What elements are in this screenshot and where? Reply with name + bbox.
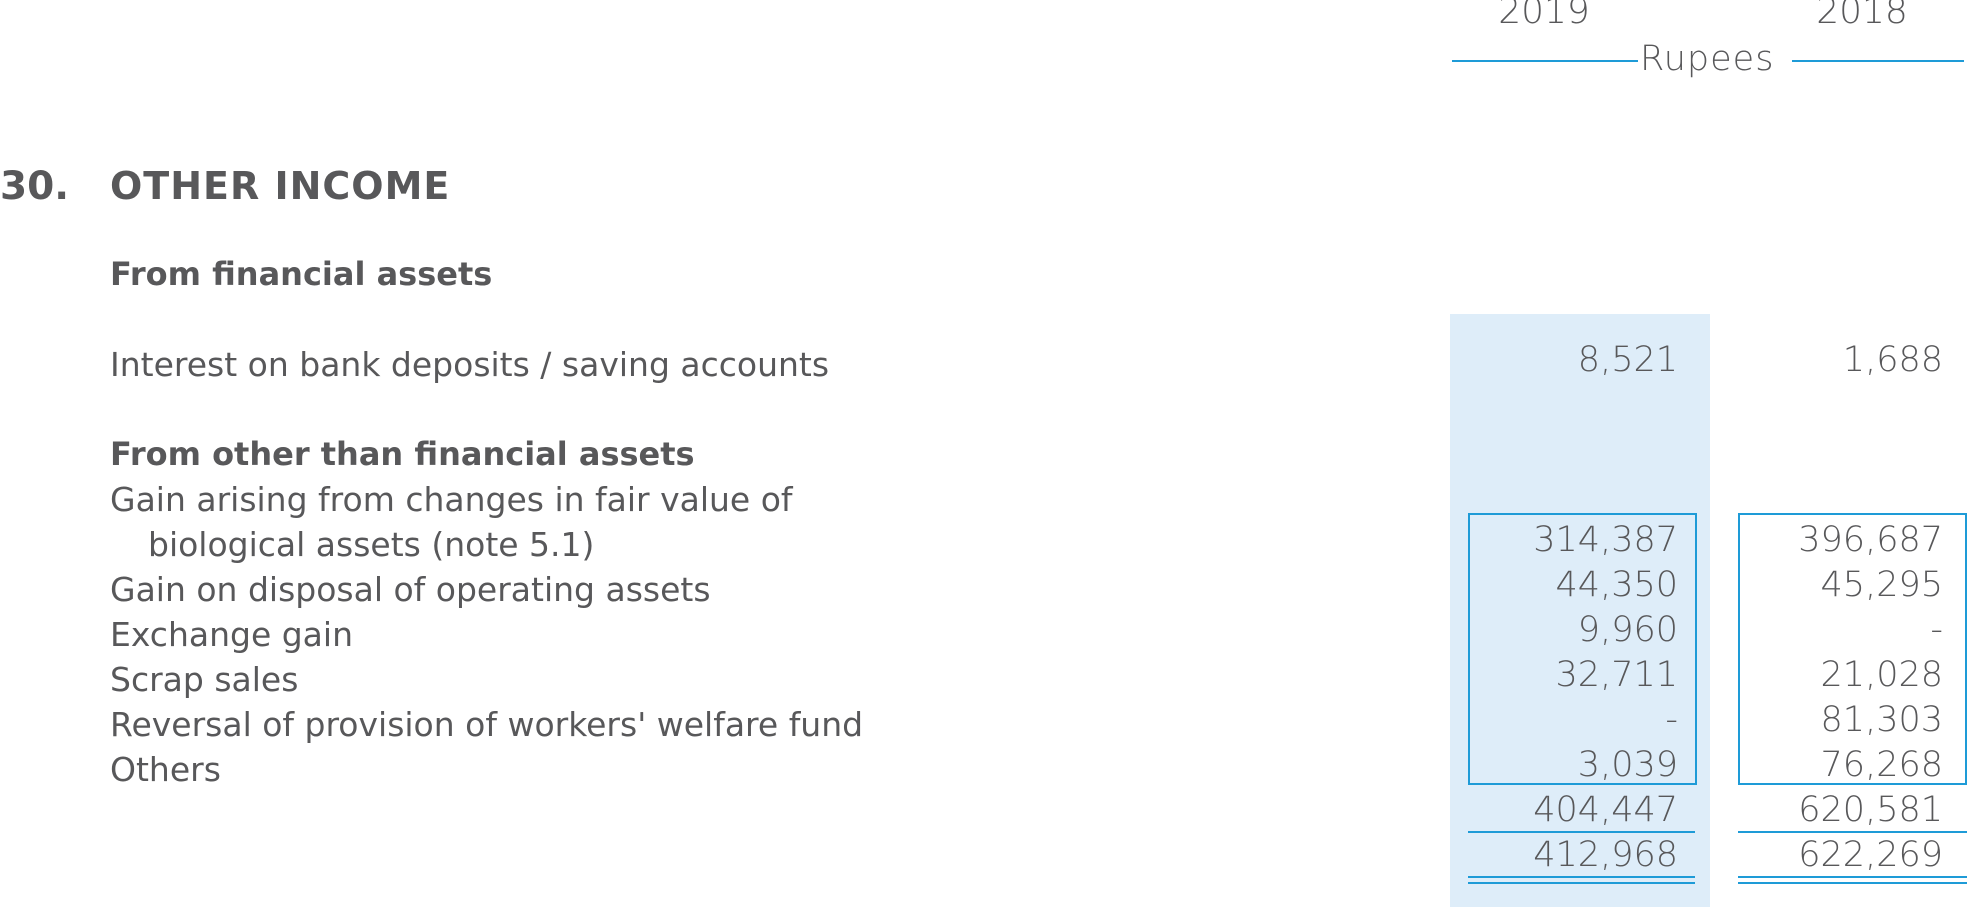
currency-rule-right <box>1792 60 1964 62</box>
row-value-prior: 76,268 <box>1820 745 1943 785</box>
total-double-rule-bottom-current <box>1468 882 1695 884</box>
non-financial-assets-heading: From other than financial assets <box>110 435 695 473</box>
row-value-prior: 396,687 <box>1798 520 1943 560</box>
row-label: Scrap sales <box>110 660 299 699</box>
row-value-current: 32,711 <box>1555 655 1678 695</box>
total-double-rule-top-current <box>1468 876 1695 878</box>
row-label: Exchange gain <box>110 615 353 654</box>
total-double-rule-bottom-prior <box>1738 882 1967 884</box>
row-value-prior: 81,303 <box>1820 700 1943 740</box>
subtotal-rule-prior <box>1738 831 1967 833</box>
row-value-prior: 21,028 <box>1820 655 1943 695</box>
note-number: 30. <box>0 164 70 209</box>
row-label: Others <box>110 750 221 789</box>
currency-rule-left <box>1452 60 1638 62</box>
row-label: Gain on disposal of operating assets <box>110 570 711 609</box>
subtotal-value-prior: 620,581 <box>1798 790 1943 830</box>
row-label: Gain arising from changes in fair value … <box>110 480 793 519</box>
row-value-prior: 45,295 <box>1820 565 1943 605</box>
section-title: OTHER INCOME <box>110 164 451 208</box>
subtotal-value-current: 404,447 <box>1533 790 1678 830</box>
financial-assets-heading: From financial assets <box>110 255 493 293</box>
currency-label: Rupees <box>1640 39 1775 79</box>
row-label-continued: biological assets (note 5.1) <box>148 525 595 564</box>
row-label: Reversal of provision of workers' welfar… <box>110 705 864 744</box>
row-value-prior: - <box>1930 610 1943 650</box>
row-value-current: 314,387 <box>1533 520 1678 560</box>
subtotal-rule-current <box>1468 831 1695 833</box>
row-value-current: 44,350 <box>1555 565 1678 605</box>
row-value-current: - <box>1665 700 1678 740</box>
year-current-header: 2019 <box>1498 0 1590 32</box>
row-label: Interest on bank deposits / saving accou… <box>110 345 830 384</box>
year-prior-header: 2018 <box>1816 0 1908 32</box>
row-value-current: 3,039 <box>1577 745 1678 785</box>
total-double-rule-top-prior <box>1738 876 1967 878</box>
total-value-prior: 622,269 <box>1798 835 1943 875</box>
row-value-current: 9,960 <box>1577 610 1678 650</box>
row-value-prior: 1,688 <box>1842 340 1943 380</box>
row-value-current: 8,521 <box>1577 340 1678 380</box>
total-value-current: 412,968 <box>1533 835 1678 875</box>
